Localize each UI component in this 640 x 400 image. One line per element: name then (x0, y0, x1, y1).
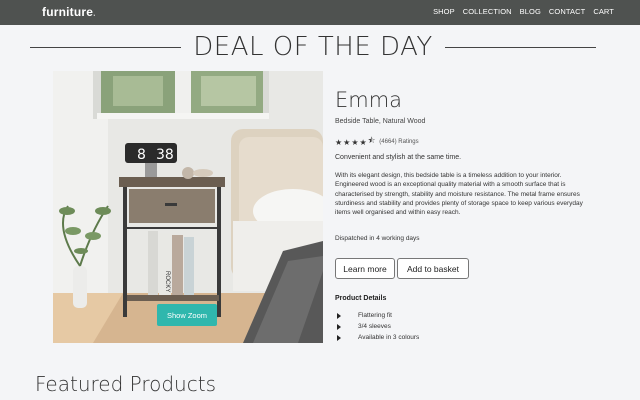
nav-contact[interactable]: CONTACT (549, 7, 585, 16)
nav-shop[interactable]: SHOP (433, 7, 455, 16)
featured-products-heading: Featured Products (35, 372, 216, 396)
product-photo: ROCKY 8 38 (53, 71, 323, 343)
navbar: furniture. SHOP COLLECTION BLOG CONTACT … (0, 0, 640, 25)
list-item: Available in 3 colours (335, 332, 419, 343)
divider-left (30, 46, 182, 48)
list-item: 3/4 sleeves (335, 321, 419, 332)
list-item: Flattering fit (335, 310, 419, 321)
deal-of-the-day-header: DEAL OF THE DAY (30, 32, 597, 62)
brand-logo[interactable]: furniture. (42, 5, 96, 19)
triangle-bullet-icon (337, 312, 341, 319)
clock-minutes: 38 (156, 147, 174, 163)
divider-right (444, 46, 597, 48)
show-zoom-button[interactable]: Show Zoom (157, 304, 217, 326)
nav-collection[interactable]: COLLECTION (463, 7, 512, 16)
star-icon: ★ (343, 137, 351, 147)
nav-blog[interactable]: BLOG (520, 7, 541, 16)
clock-hours: 8 (137, 147, 146, 163)
product-description: With its elegant design, this bedside ta… (335, 172, 583, 217)
product-subtitle: Bedside Table, Natural Wood (335, 118, 426, 125)
product-tagline: Convenient and stylish at the same time. (335, 154, 462, 161)
half-star-icon: ⯪ (367, 136, 376, 145)
star-icon: ★ (351, 137, 359, 147)
rating-count: (4664) Ratings (379, 139, 419, 145)
nav-links: SHOP COLLECTION BLOG CONTACT CART (433, 7, 614, 16)
product-details-list: Flattering fit 3/4 sleeves Available in … (335, 310, 419, 343)
nav-cart[interactable]: CART (593, 7, 614, 16)
book-spine-text: ROCKY (164, 271, 170, 292)
product-details-heading: Product Details (335, 295, 387, 302)
triangle-bullet-icon (337, 323, 341, 330)
star-icon: ★ (335, 137, 343, 147)
add-to-basket-button[interactable]: Add to basket (397, 258, 469, 279)
learn-more-button[interactable]: Learn more (335, 258, 395, 279)
product-info: Emma Bedside Table, Natural Wood ★ ★ ★ ★… (335, 88, 595, 341)
deal-title: DEAL OF THE DAY (193, 32, 433, 62)
dispatch-info: Dispatched in 4 working days (335, 235, 420, 242)
product-image[interactable]: ROCKY 8 38 Show Zoom (53, 71, 323, 343)
triangle-bullet-icon (337, 334, 341, 341)
star-icon: ★ (359, 137, 367, 147)
product-rating: ★ ★ ★ ★ ⯪ (4664) Ratings (335, 135, 419, 149)
product-title: Emma (335, 88, 403, 112)
